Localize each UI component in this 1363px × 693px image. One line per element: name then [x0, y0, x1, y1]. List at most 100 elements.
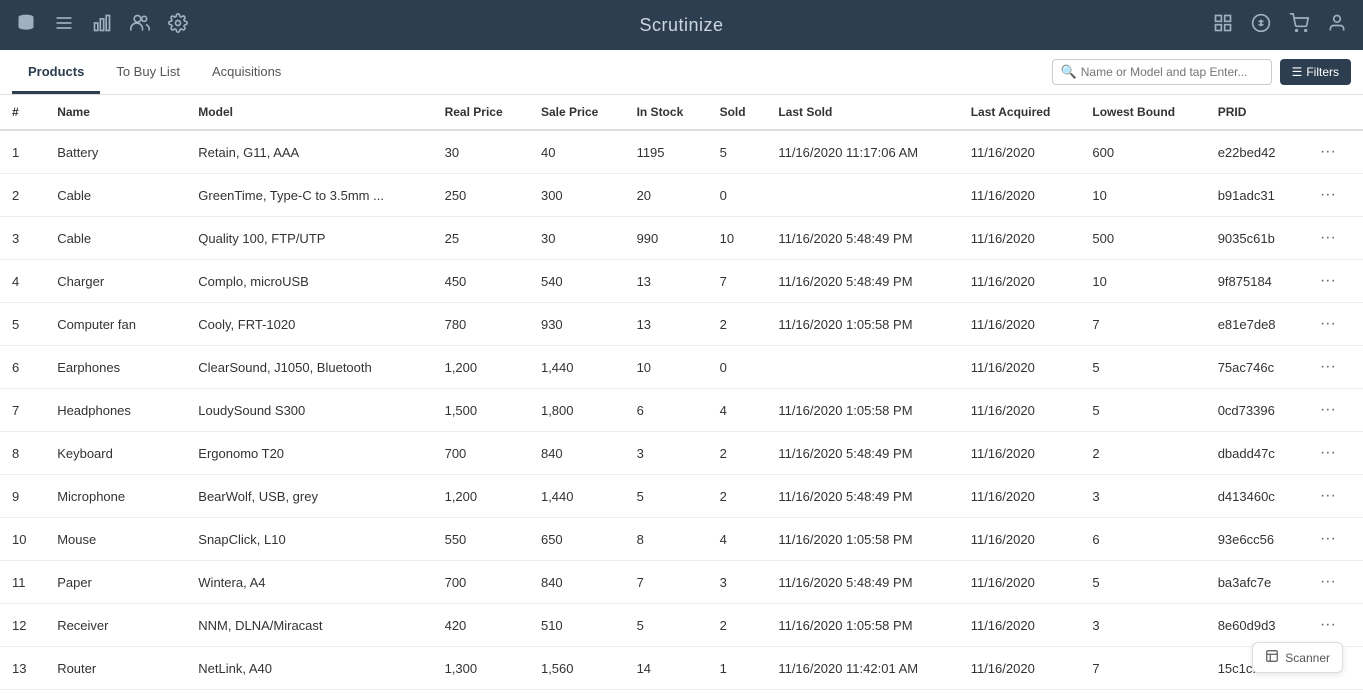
- row-actions-button[interactable]: ···: [1314, 442, 1342, 464]
- cell-last-sold: 11/16/2020 1:05:58 PM: [766, 303, 958, 346]
- cell-sale-price: 650: [529, 518, 625, 561]
- cell-real-price: 450: [433, 260, 529, 303]
- row-actions-button[interactable]: ···: [1314, 399, 1342, 421]
- tab-products[interactable]: Products: [12, 52, 100, 94]
- row-actions-button[interactable]: ···: [1314, 356, 1342, 378]
- cell-in-stock: 5: [625, 475, 708, 518]
- user-icon[interactable]: [1327, 13, 1347, 38]
- cell-sold: 2: [708, 604, 767, 647]
- cell-last-sold: 11/16/2020 11:17:06 AM: [766, 130, 958, 174]
- table-row: 3 Cable Quality 100, FTP/UTP 25 30 990 1…: [0, 217, 1363, 260]
- table-header-row: # Name Model Real Price Sale Price In St…: [0, 95, 1363, 130]
- row-actions-button[interactable]: ···: [1314, 141, 1342, 163]
- cell-sale-price: 1,440: [529, 346, 625, 389]
- table-row: 11 Paper Wintera, A4 700 840 7 3 11/16/2…: [0, 561, 1363, 604]
- cell-sold: 7: [708, 260, 767, 303]
- cell-prid: 9035c61b: [1206, 217, 1302, 260]
- grid-icon[interactable]: [1213, 13, 1233, 38]
- cell-in-stock: 1195: [625, 130, 708, 174]
- cell-model: NNM, DLNA/Miracast: [186, 604, 432, 647]
- cell-last-acquired: 11/16/2020: [959, 130, 1081, 174]
- cell-num: 7: [0, 389, 45, 432]
- cell-lowest-bound: 2: [1080, 690, 1205, 693]
- filter-button[interactable]: ☰ Filters: [1280, 59, 1351, 85]
- cell-real-price: 550: [433, 518, 529, 561]
- row-actions-button[interactable]: ···: [1314, 528, 1342, 550]
- tab-acquisitions[interactable]: Acquisitions: [196, 52, 297, 94]
- row-actions-button[interactable]: ···: [1314, 184, 1342, 206]
- cell-sale-price: 1,440: [529, 475, 625, 518]
- cell-sale-price: 930: [529, 303, 625, 346]
- list-icon[interactable]: [54, 13, 74, 38]
- cell-model: ClearSound, J1050, Bluetooth: [186, 346, 432, 389]
- cell-lowest-bound: 5: [1080, 561, 1205, 604]
- settings-icon[interactable]: [168, 13, 188, 38]
- cell-prid: e81e7de8: [1206, 303, 1302, 346]
- cell-sold: 10: [708, 217, 767, 260]
- cell-num: 4: [0, 260, 45, 303]
- search-input[interactable]: [1081, 65, 1263, 79]
- cell-name: Microphone: [45, 475, 186, 518]
- cell-model: Cooly, FRT-1020: [186, 303, 432, 346]
- search-box[interactable]: 🔍: [1052, 59, 1272, 85]
- cell-prid: 75ac746c: [1206, 346, 1302, 389]
- tab-to-buy-list[interactable]: To Buy List: [100, 52, 196, 94]
- nav-icons-right: [1213, 13, 1347, 38]
- cell-last-acquired: 11/16/2020: [959, 346, 1081, 389]
- scanner-badge[interactable]: Scanner: [1252, 642, 1343, 673]
- cell-last-sold: 11/16/2020 5:48:49 PM: [766, 475, 958, 518]
- database-icon[interactable]: [16, 13, 36, 38]
- cell-actions: ···: [1302, 604, 1363, 647]
- row-actions-button[interactable]: ···: [1314, 227, 1342, 249]
- row-actions-button[interactable]: ···: [1314, 270, 1342, 292]
- cell-sale-price: 1,560: [529, 647, 625, 690]
- cell-prid: 343d8361: [1206, 690, 1302, 693]
- cell-model: NetLink, A40: [186, 647, 432, 690]
- cell-in-stock: 3: [625, 432, 708, 475]
- cell-sale-price: 4,800: [529, 690, 625, 693]
- cell-sale-price: 1,800: [529, 389, 625, 432]
- col-header-model: Model: [186, 95, 432, 130]
- cell-actions: ···: [1302, 346, 1363, 389]
- filter-label: Filters: [1306, 65, 1339, 79]
- col-header-actions: [1302, 95, 1363, 130]
- cell-in-stock: 8: [625, 518, 708, 561]
- cell-in-stock: 20: [625, 174, 708, 217]
- chart-icon[interactable]: [92, 13, 112, 38]
- cell-sold: 5: [708, 130, 767, 174]
- cell-sold: 1: [708, 647, 767, 690]
- cell-actions: ···: [1302, 690, 1363, 693]
- row-actions-button[interactable]: ···: [1314, 485, 1342, 507]
- dollar-icon[interactable]: [1251, 13, 1271, 38]
- cart-icon[interactable]: [1289, 13, 1309, 38]
- cell-last-acquired: 11/16/2020: [959, 260, 1081, 303]
- table-row: 12 Receiver NNM, DLNA/Miracast 420 510 5…: [0, 604, 1363, 647]
- users-icon[interactable]: [130, 13, 150, 38]
- cell-sale-price: 510: [529, 604, 625, 647]
- cell-sold: 1: [708, 690, 767, 693]
- cell-actions: ···: [1302, 518, 1363, 561]
- row-actions-button[interactable]: ···: [1314, 571, 1342, 593]
- cell-model: Complo, microUSB: [186, 260, 432, 303]
- cell-real-price: 420: [433, 604, 529, 647]
- table-row: 9 Microphone BearWolf, USB, grey 1,200 1…: [0, 475, 1363, 518]
- cell-real-price: 780: [433, 303, 529, 346]
- cell-last-acquired: 11/16/2020: [959, 604, 1081, 647]
- cell-lowest-bound: 10: [1080, 260, 1205, 303]
- cell-model: Wintera, A4: [186, 561, 432, 604]
- row-actions-button[interactable]: ···: [1314, 614, 1342, 636]
- cell-last-acquired: 11/16/2020: [959, 174, 1081, 217]
- col-header-sale-price: Sale Price: [529, 95, 625, 130]
- cell-real-price: 1,200: [433, 475, 529, 518]
- cell-last-acquired: 11/16/2020: [959, 475, 1081, 518]
- products-table: # Name Model Real Price Sale Price In St…: [0, 95, 1363, 693]
- cell-model: BearWolf, USB, grey: [186, 475, 432, 518]
- cell-name: Mouse: [45, 518, 186, 561]
- col-header-sold: Sold: [708, 95, 767, 130]
- row-actions-button[interactable]: ···: [1314, 313, 1342, 335]
- nav-icons-left: [16, 13, 188, 38]
- cell-in-stock: 13: [625, 303, 708, 346]
- cell-sold: 4: [708, 518, 767, 561]
- cell-last-sold: 11/16/2020 5:48:49 PM: [766, 432, 958, 475]
- col-header-num: #: [0, 95, 45, 130]
